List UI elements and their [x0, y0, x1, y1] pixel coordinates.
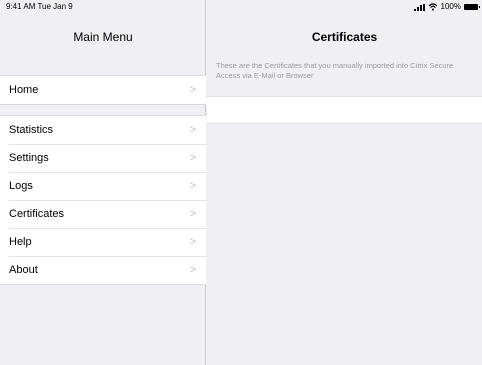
status-time: 9:41 AM: [6, 2, 36, 11]
menu-group-main: Statistics > Settings > Logs > Certifica…: [0, 115, 206, 285]
menu-item-settings[interactable]: Settings >: [0, 144, 206, 172]
menu-item-label: Help: [9, 236, 32, 248]
wifi-icon: [428, 3, 437, 11]
menu-item-label: Certificates: [9, 208, 65, 220]
status-date: Tue Jan 9: [37, 2, 73, 11]
menu-item-statistics[interactable]: Statistics >: [0, 116, 206, 144]
battery-percent: 100%: [440, 2, 461, 11]
menu-item-label: Statistics: [9, 124, 54, 136]
chevron-right-icon: >: [189, 208, 196, 220]
menu-item-label: Logs: [9, 180, 33, 192]
menu-item-help[interactable]: Help >: [0, 228, 206, 256]
menu-item-logs[interactable]: Logs >: [0, 172, 206, 200]
menu-item-home[interactable]: Home >: [0, 76, 206, 104]
chevron-right-icon: >: [189, 152, 196, 164]
chevron-right-icon: >: [189, 236, 196, 248]
status-time-date: 9:41 AM Tue Jan 9: [6, 0, 73, 14]
main-menu-title: Main Menu: [73, 30, 133, 44]
status-bar: 9:41 AM Tue Jan 9 100%: [0, 0, 482, 14]
menu-item-label: About: [9, 264, 38, 276]
menu-item-about[interactable]: About >: [0, 256, 206, 284]
signal-icon: [413, 3, 425, 11]
menu-item-label: Settings: [9, 152, 49, 164]
certificates-description: These are the Certificates that you manu…: [216, 61, 454, 80]
certificates-list[interactable]: [207, 96, 482, 124]
menu-group-home: Home >: [0, 75, 206, 105]
chevron-right-icon: >: [189, 180, 196, 192]
menu-item-label: Home: [9, 84, 39, 96]
battery-icon: [464, 4, 480, 10]
certificates-panel: Certificates These are the Certificates …: [207, 0, 482, 365]
certificates-title: Certificates: [311, 30, 378, 44]
status-indicators: 100%: [413, 0, 480, 14]
chevron-right-icon: >: [189, 124, 196, 136]
chevron-right-icon: >: [189, 84, 196, 96]
chevron-right-icon: >: [189, 264, 196, 276]
main-menu-panel: Main Menu Home > Statistics > Settings >…: [0, 0, 206, 365]
menu-item-certificates[interactable]: Certificates >: [0, 200, 206, 228]
app-screen: Main Menu Home > Statistics > Settings >…: [0, 0, 482, 365]
